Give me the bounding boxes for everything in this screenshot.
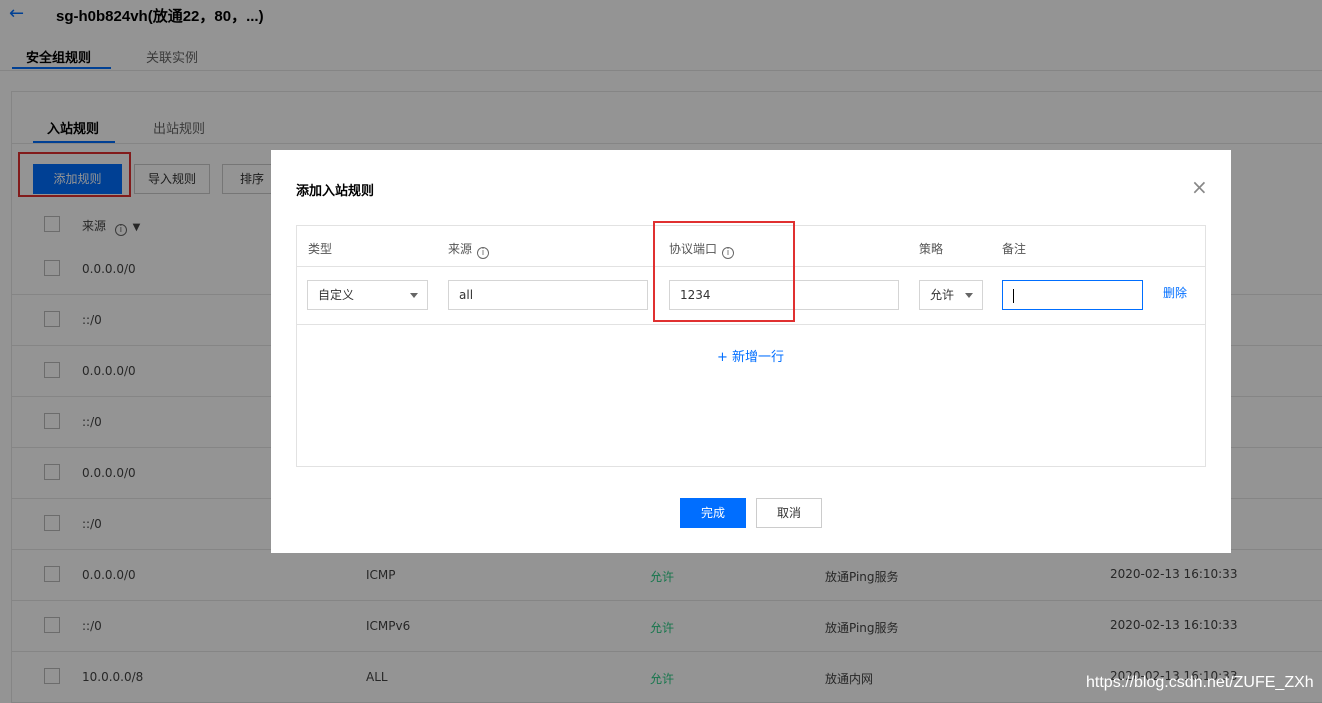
dialog-title: 添加入站规则 bbox=[296, 184, 375, 199]
column-source-label: 来源 bbox=[448, 242, 473, 256]
delete-row-link[interactable]: 删除 bbox=[1163, 284, 1187, 301]
confirm-button[interactable]: 完成 bbox=[680, 498, 746, 528]
column-note: 备注 bbox=[1002, 242, 1027, 256]
close-icon[interactable]: × bbox=[1191, 177, 1208, 197]
policy-select-value: 允许 bbox=[930, 288, 955, 302]
type-select[interactable]: 自定义 bbox=[307, 280, 428, 310]
add-row-link[interactable]: + 新增一行 bbox=[717, 346, 784, 365]
policy-select[interactable]: 允许 bbox=[919, 280, 983, 310]
chevron-down-icon bbox=[410, 293, 418, 298]
highlight-box-port bbox=[653, 221, 795, 322]
text-cursor bbox=[1013, 288, 1014, 303]
add-inbound-rule-dialog: 添加入站规则 × 类型 来源 i 协议端口 i 策略 备注 自定义 all 1234… bbox=[271, 150, 1231, 553]
type-select-value: 自定义 bbox=[318, 288, 355, 302]
column-policy: 策略 bbox=[919, 242, 944, 256]
source-input[interactable]: all bbox=[448, 280, 648, 310]
column-source: 来源 i bbox=[448, 240, 490, 259]
watermark: https://blog.csdn.net/ZUFE_ZXh bbox=[1086, 674, 1314, 691]
info-icon[interactable]: i bbox=[477, 247, 490, 259]
note-input[interactable] bbox=[1002, 280, 1143, 310]
chevron-down-icon bbox=[965, 293, 973, 298]
column-type: 类型 bbox=[308, 242, 333, 256]
cancel-button[interactable]: 取消 bbox=[756, 498, 822, 528]
